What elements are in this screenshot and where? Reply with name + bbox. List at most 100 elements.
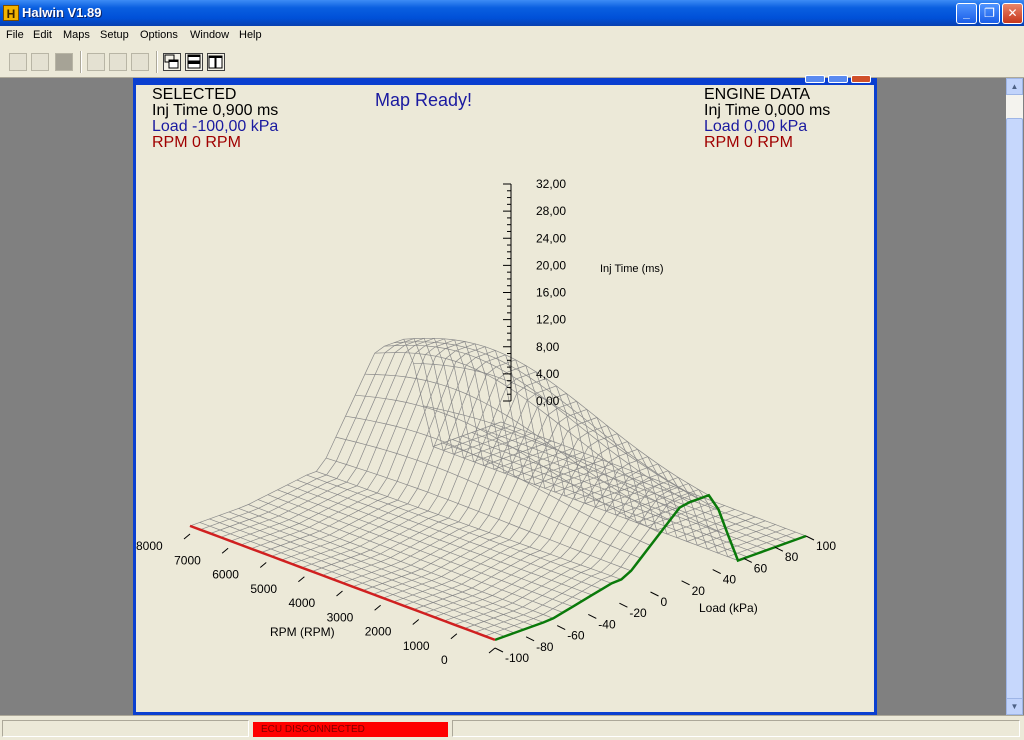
rpm-axis-label: RPM (RPM): [270, 625, 335, 639]
surface-grid-line: [491, 425, 797, 540]
load-tick-label: -40: [598, 617, 616, 631]
load-tick-label: 40: [723, 573, 737, 587]
new-icon[interactable]: [9, 53, 27, 71]
menu-window[interactable]: Window: [190, 29, 229, 41]
surface-grid-line: [238, 508, 544, 623]
menu-file[interactable]: File: [6, 29, 24, 41]
load-tick-label: 60: [754, 561, 768, 575]
copy-icon[interactable]: [109, 53, 127, 71]
rpm-tick-label: 6000: [212, 568, 239, 582]
status-bar: ECU DISCONNECTED: [0, 715, 1024, 740]
surface-grid-line: [250, 341, 563, 550]
window-title: Halwin V1.89: [22, 5, 102, 20]
surface-grid-line: [461, 435, 768, 551]
z-tick-label: 12,00: [536, 313, 566, 327]
rpm-axis-tick: [412, 619, 420, 625]
surface-grid-line: [394, 341, 700, 500]
z-axis-label: Inj Time (ms): [600, 263, 664, 275]
fuel-map-3d-chart[interactable]: 32,00 28,00 24,00 20,00 16,00 12,00 8,00 4,00 0,…: [136, 85, 874, 712]
open-icon[interactable]: [31, 53, 49, 71]
toolbar: [0, 45, 1024, 78]
load-tick-label: -60: [567, 629, 585, 643]
map-panel: SELECTED Inj Time 0,900 ms Load -100,00 …: [136, 85, 874, 712]
load-axis-tick: [743, 557, 753, 563]
z-tick-label: 20,00: [536, 258, 566, 272]
rpm-tick-label: 7000: [174, 553, 201, 567]
load-axis-tick: [588, 613, 597, 619]
rpm-tick-label: 0: [441, 653, 448, 667]
map-window: SELECTED Inj Time 0,900 ms Load -100,00 …: [133, 75, 877, 715]
surface-grid-line: [240, 339, 552, 546]
load-axis-tick: [525, 636, 535, 642]
toolbar-separator: [156, 51, 158, 73]
load-tick-label: 80: [785, 550, 799, 564]
app-icon: H: [3, 5, 19, 21]
status-panel: [2, 720, 249, 737]
surface-grid-line: [342, 385, 654, 584]
ecu-status-indicator: ECU DISCONNECTED: [253, 722, 448, 737]
surface-grid-line: [335, 436, 641, 559]
load-tick-label: 20: [692, 584, 706, 598]
restore-button[interactable]: ❐: [979, 3, 1000, 24]
vertical-scrollbar[interactable]: ▲ ▼: [1006, 78, 1023, 715]
rpm-tick-label: 4000: [289, 596, 316, 610]
close-button[interactable]: ✕: [1002, 3, 1023, 24]
z-tick-label: 16,00: [536, 286, 566, 300]
title-bar: H Halwin V1.89 _ ❐ ✕: [0, 0, 1024, 26]
rpm-axis-tick: [450, 633, 458, 640]
menu-setup[interactable]: Setup: [100, 29, 129, 41]
save-icon[interactable]: [55, 53, 73, 71]
rpm-tick-label: 8000: [136, 539, 163, 553]
menu-help[interactable]: Help: [239, 29, 262, 41]
menu-maps[interactable]: Maps: [63, 29, 90, 41]
cut-icon[interactable]: [87, 53, 105, 71]
load-tick-label: -20: [629, 606, 647, 620]
load-axis-tick: [494, 647, 504, 653]
z-tick-label: 8,00: [536, 340, 560, 354]
menu-edit[interactable]: Edit: [33, 29, 52, 41]
surface-grid-line: [403, 337, 709, 496]
cascade-icon[interactable]: [163, 53, 181, 71]
load-axis-tick: [774, 546, 784, 552]
child-close-button[interactable]: [851, 75, 871, 83]
load-tick-label: -80: [536, 640, 554, 654]
surface-grid-line: [413, 441, 725, 610]
tile-horizontal-icon[interactable]: [185, 53, 203, 71]
minimize-button[interactable]: _: [956, 3, 977, 24]
rpm-axis-tick: [221, 547, 229, 554]
child-restore-button[interactable]: [828, 75, 848, 83]
menu-bar: File Edit Maps Setup Options Window Help: [0, 26, 1024, 45]
rpm-tick-label: 2000: [365, 625, 392, 639]
load-axis-tick: [619, 602, 628, 608]
load-axis-tick: [650, 591, 659, 597]
surface-grid-line: [210, 337, 522, 534]
child-minimize-button[interactable]: [805, 75, 825, 83]
load-axis-tick: [681, 580, 690, 586]
scroll-up-button[interactable]: ▲: [1006, 78, 1023, 95]
surface-grid-line: [281, 349, 593, 561]
tile-vertical-icon[interactable]: [207, 53, 225, 71]
rpm-axis-tick: [374, 604, 381, 611]
z-tick-label: 32,00: [536, 177, 566, 191]
scroll-down-button[interactable]: ▼: [1006, 698, 1023, 715]
rpm-tick-label: 3000: [327, 610, 354, 624]
load-axis-tick: [805, 535, 815, 541]
load-axis-label: Load (kPa): [699, 601, 758, 615]
scroll-thumb[interactable]: [1006, 118, 1023, 708]
paste-icon[interactable]: [131, 53, 149, 71]
load-tick-label: 100: [816, 539, 836, 553]
load-tick-label: -100: [505, 651, 529, 665]
z-tick-label: 4,00: [536, 367, 560, 381]
rpm-tick-label: 1000: [403, 639, 430, 653]
status-panel: [452, 720, 1020, 737]
surface-grid-line: [316, 471, 622, 580]
rpm-axis-tick: [298, 576, 305, 583]
rpm-axis-tick: [183, 533, 191, 540]
surface-grid-line: [230, 338, 542, 542]
surface-grid-line: [306, 474, 612, 584]
menu-options[interactable]: Options: [140, 29, 178, 41]
toolbar-separator: [80, 51, 82, 73]
z-tick-label: 24,00: [536, 231, 566, 245]
load-tick-label: 0: [661, 595, 668, 609]
z-tick-label: 0,00: [536, 394, 560, 408]
